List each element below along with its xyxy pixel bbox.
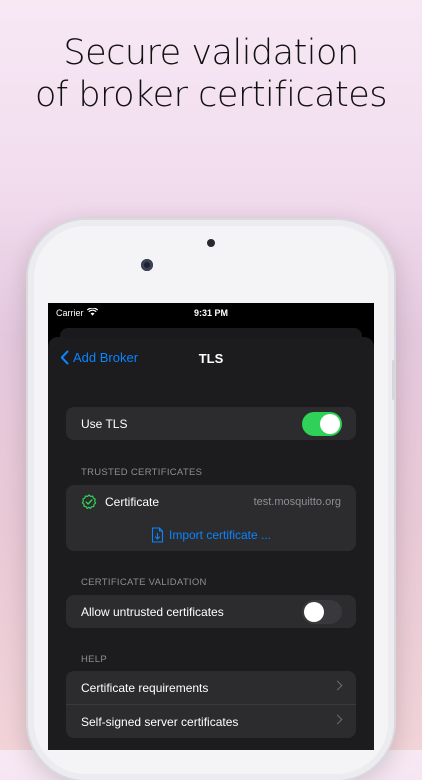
help-header: HELP [81, 654, 108, 665]
trusted-certificates-group: Certificate test.mosquitto.org Import ce… [66, 485, 356, 551]
toggle-knob [304, 602, 324, 622]
phone-side-button [392, 360, 395, 400]
allow-untrusted-toggle[interactable] [302, 600, 342, 624]
phone-camera [141, 259, 153, 271]
use-tls-row: Use TLS [66, 407, 356, 440]
tls-sheet: Add Broker TLS Use TLS TRUSTED CERTIFICA… [48, 337, 374, 750]
certificate-row[interactable]: Certificate test.mosquitto.org [66, 485, 356, 518]
import-certificate-label: Import certificate ... [168, 527, 272, 542]
certificate-validation-group: Allow untrusted certificates [66, 595, 356, 628]
status-time: 9:31 PM [193, 308, 228, 318]
certificate-host: test.mosquitto.org [253, 495, 341, 508]
help-item-label: Certificate requirements [81, 680, 209, 695]
certificate-label: Certificate [105, 494, 160, 509]
import-certificate-button[interactable]: Import certificate ... [66, 518, 356, 551]
certificate-validation-header: CERTIFICATE VALIDATION [81, 577, 207, 588]
use-tls-toggle[interactable] [302, 412, 342, 436]
help-item-self-signed[interactable]: Self-signed server certificates [66, 704, 356, 738]
chevron-right-icon [332, 680, 343, 691]
toggle-knob [320, 414, 340, 434]
help-group: Certificate requirements Self-signed ser… [66, 671, 356, 738]
chevron-right-icon [332, 714, 343, 725]
document-download-icon [151, 526, 164, 543]
use-tls-group: Use TLS [66, 407, 356, 440]
allow-untrusted-label: Allow untrusted certificates [81, 604, 224, 619]
headline: Secure validation of broker certificates [0, 32, 422, 116]
help-item-label: Self-signed server certificates [81, 714, 239, 729]
allow-untrusted-row: Allow untrusted certificates [66, 595, 356, 628]
phone-screen: Carrier 9:31 PM Add Broker TLS Use TLS T… [48, 303, 374, 750]
navigation-bar: Add Broker TLS [48, 337, 374, 381]
trusted-certificates-header: TRUSTED CERTIFICATES [81, 467, 203, 478]
status-bar: Carrier 9:31 PM [48, 303, 374, 323]
phone-speaker [207, 239, 215, 247]
headline-line1: Secure validation [63, 33, 359, 73]
use-tls-label: Use TLS [81, 416, 128, 431]
verified-check-icon [81, 493, 97, 510]
page-title: TLS [198, 351, 224, 366]
headline-line2: of broker certificates [34, 75, 388, 115]
help-item-certificate-requirements[interactable]: Certificate requirements [66, 671, 356, 704]
